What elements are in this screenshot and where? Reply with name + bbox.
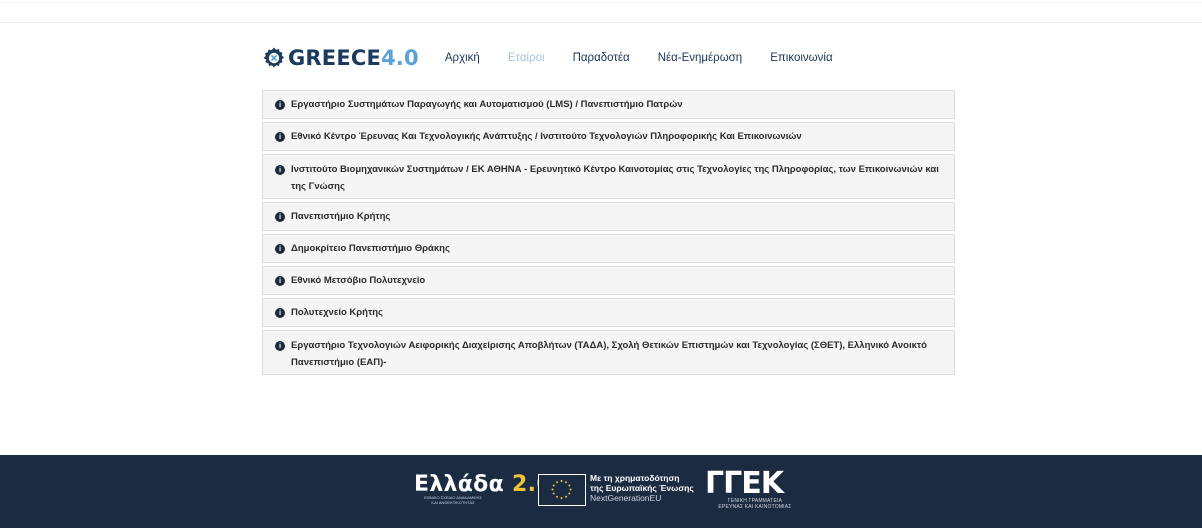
info-circle-icon: i (275, 243, 285, 254)
partner-label: Δημοκρίτειο Πανεπιστήμιο Θράκης (291, 243, 450, 254)
funding-line-3: NextGenerationEU (590, 493, 662, 503)
partners-list: i Εργαστήριο Συστημάτων Παραγωγής και Αυ… (262, 90, 955, 378)
partner-item[interactable]: i Εθνικό Μετσόβιο Πολυτεχνείο (262, 266, 955, 295)
nav-item-contact[interactable]: Επικοινωνία (770, 52, 832, 64)
footer: Ελλάδα 2.0 ΕΘΝΙΚΟ ΣΧΕΔΙΟ ΑΝΑΚΑΜΨΗΣΚΑΙ ΑΝ… (0, 455, 1202, 528)
funding-line-1: Με τη χρηματοδότηση (590, 473, 680, 483)
partner-item[interactable]: i Πολυτεχνείο Κρήτης (262, 298, 955, 327)
partner-label: Εργαστήριο Τεχνολογιών Αειφορικής Διαχεί… (291, 340, 927, 368)
ellada-subtitle-line2: ΚΑΙ ΑΝΘΕΚΤΙΚΟΤΗΤΑΣ (431, 500, 475, 505)
partner-label: Ινστιτούτο Βιομηχανικών Συστημάτων / ΕΚ … (291, 164, 939, 192)
site-logo[interactable]: GREECE4.0 (262, 46, 419, 70)
ellada-subtitle: ΕΘΝΙΚΟ ΣΧΕΔΙΟ ΑΝΑΚΑΜΨΗΣ ΚΑΙ ΑΝΘΕΚΤΙΚΟΤΗΤΑ… (414, 495, 492, 505)
ellada-dot: . (527, 472, 537, 497)
info-circle-icon: i (275, 340, 285, 351)
partner-item[interactable]: i Εργαστήριο Συστημάτων Παραγωγής και Αυ… (262, 90, 955, 119)
gear-icon (262, 46, 286, 70)
ellada-wordmark: Ελλάδα 2.0 (414, 472, 552, 497)
main-navigation: GREECE4.0 Αρχική Εταίροι Παραδοτέα Νέα-Ε… (262, 38, 962, 78)
partner-item[interactable]: i Πανεπιστήμιο Κρήτης (262, 202, 955, 231)
partner-item[interactable]: i Εθνικό Κέντρο Έρευνας Και Τεχνολογικής… (262, 122, 955, 151)
partner-label: Εθνικό Κέντρο Έρευνας Και Τεχνολογικής Α… (291, 131, 802, 142)
info-circle-icon: i (275, 164, 285, 175)
partner-label: Εθνικό Μετσόβιο Πολυτεχνείο (291, 275, 426, 286)
info-circle-icon: i (275, 99, 285, 110)
info-circle-icon: i (275, 275, 285, 286)
nav-item-deliverables[interactable]: Παραδοτέα (573, 52, 630, 64)
nav-item-partners[interactable]: Εταίροι (508, 52, 545, 64)
logo-wordmark: GREECE4.0 (288, 46, 419, 70)
nav-item-news[interactable]: Νέα-Ενημέρωση (658, 52, 743, 64)
partner-label: Πολυτεχνείο Κρήτης (291, 307, 383, 318)
eu-funding-text: Με τη χρηματοδότηση της Ευρωπαϊκής Ένωση… (590, 473, 694, 503)
partner-item[interactable]: i Εργαστήριο Τεχνολογιών Αειφορικής Διαχ… (262, 330, 955, 375)
info-circle-icon: i (275, 211, 285, 222)
info-circle-icon: i (275, 307, 285, 318)
nav-item-home[interactable]: Αρχική (445, 52, 480, 64)
partner-label: Εργαστήριο Συστημάτων Παραγωγής και Αυτο… (291, 99, 683, 110)
top-border (0, 2, 1202, 3)
funding-line-2: της Ευρωπαϊκής Ένωσης (590, 483, 694, 493)
ellada-2-0-logo[interactable]: Ελλάδα 2.0 ΕΘΝΙΚΟ ΣΧΕΔΙΟ ΑΝΑΚΑΜΨΗΣΚΑΙ ΑΝ… (414, 472, 552, 505)
gsri-mark: ΓΓΕΚ (705, 466, 784, 501)
logo-version-text: 4.0 (381, 46, 419, 70)
gsri-subtitle-line2: ΕΡΕΥΝΑΣ ΚΑΙ ΚΑΙΝΟΤΟΜΙΑΣ (718, 504, 792, 510)
eu-flag-icon (538, 474, 586, 506)
header-divider (0, 22, 1202, 23)
nav-menu: Αρχική Εταίροι Παραδοτέα Νέα-Ενημέρωση Ε… (445, 52, 861, 64)
info-circle-icon: i (275, 131, 285, 142)
gsri-logo[interactable]: ΓΓΕΚ ΓΕΝΙΚΗ ΓΡΑΜΜΑΤΕΙΑ ΕΡΕΥΝΑΣ ΚΑΙ ΚΑΙΝΟ… (705, 466, 805, 511)
partner-item[interactable]: i Ινστιτούτο Βιομηχανικών Συστημάτων / Ε… (262, 154, 955, 199)
partner-item[interactable]: i Δημοκρίτειο Πανεπιστήμιο Θράκης (262, 234, 955, 263)
ellada-word: Ελλάδα (414, 472, 505, 497)
logo-main-text: GREECE (288, 46, 382, 70)
partner-label: Πανεπιστήμιο Κρήτης (291, 211, 391, 222)
ellada-two: 2 (511, 472, 528, 497)
